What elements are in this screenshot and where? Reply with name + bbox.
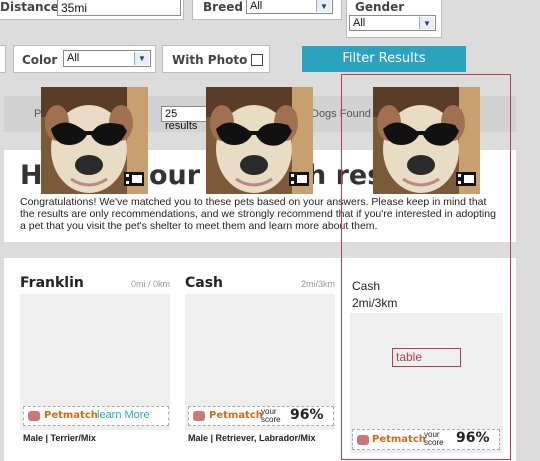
left-filter-stub [0, 45, 6, 73]
match-score: 96% [456, 430, 490, 446]
distance-label: Distance [0, 0, 59, 14]
breed-label: Breed [203, 0, 243, 14]
dropdown-arrow-icon: ▼ [419, 17, 434, 29]
paw-icon [357, 435, 369, 445]
paw-icon [28, 411, 40, 421]
film-strip-icon [456, 172, 476, 186]
pet-card[interactable]: Franklin 0mi / 0km Petmatch learn More M… [20, 272, 172, 452]
score-label: your score [261, 407, 281, 424]
with-photo-checkbox[interactable] [251, 54, 263, 66]
results-per-page-select[interactable]: 25 results [161, 106, 211, 132]
overlay-pet-name: Cash [352, 279, 381, 293]
learn-more-link[interactable]: learn More [97, 409, 150, 421]
color-select[interactable]: All ▼ [63, 50, 151, 67]
distance-input[interactable]: 35mi [57, 0, 181, 16]
pet-meta: Male | Retriever, Labrador/Mix [188, 433, 316, 443]
petmatch-logo: Petmatch [372, 434, 426, 445]
match-score: 96% [290, 407, 324, 423]
film-strip-icon [289, 172, 309, 186]
film-strip-icon [124, 172, 144, 186]
pet-name: Franklin [20, 275, 84, 291]
petmatch-bar: Petmatch learn More [23, 406, 169, 426]
breed-select[interactable]: All ▼ [246, 0, 333, 14]
petmatch-bar: Petmatch your score 96% [188, 406, 334, 426]
dog-photo[interactable] [373, 87, 480, 194]
score-label: your score [424, 430, 444, 447]
dog-photo[interactable] [206, 87, 313, 194]
with-photo-label: With Photo [172, 53, 248, 67]
dog-photo[interactable] [41, 87, 148, 194]
overlay-pet-distance: 2mi/3km [352, 296, 398, 310]
page-title-left: H [20, 160, 43, 191]
color-label: Color [22, 53, 58, 67]
gender-label: Gender [355, 0, 405, 14]
pet-meta: Male | Terrier/Mix [23, 433, 96, 443]
table-tag-label: table [396, 350, 423, 364]
pet-card[interactable]: Cash 2mi/3km Petmatch your score 96% Mal… [185, 272, 337, 452]
dropdown-arrow-icon: ▼ [134, 52, 149, 65]
table-tag: table [392, 348, 461, 367]
paw-icon [193, 411, 205, 421]
pet-distance: 2mi/3km [300, 279, 335, 289]
pet-name: Cash [185, 275, 224, 291]
pet-distance: 0mi / 0km [130, 279, 170, 289]
dropdown-arrow-icon: ▼ [316, 0, 331, 12]
gender-select[interactable]: All ▼ [349, 15, 436, 31]
petmatch-logo: Petmatch [209, 410, 263, 421]
filter-results-button[interactable]: Filter Results [302, 46, 466, 72]
petmatch-bar: Petmatch your score 96% [352, 429, 500, 450]
petmatch-logo: Petmatch [44, 410, 98, 421]
